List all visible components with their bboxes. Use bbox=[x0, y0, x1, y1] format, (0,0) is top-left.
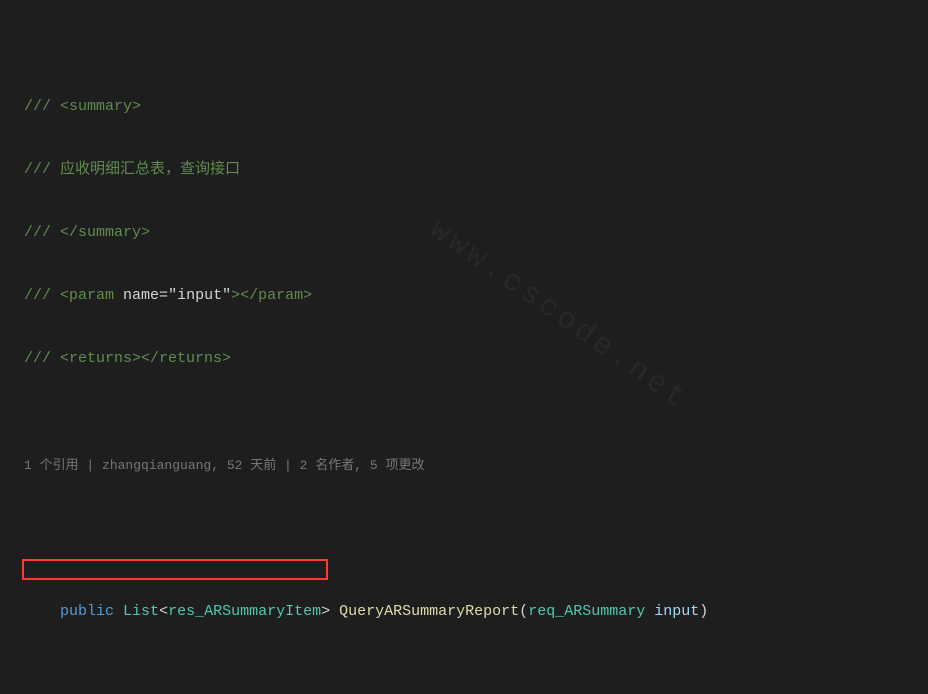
doc-summary-close: /// </summary> bbox=[0, 222, 928, 243]
doc-summary-open: /// <summary> bbox=[0, 96, 928, 117]
codelens-refs[interactable]: 1 个引用 bbox=[24, 458, 79, 473]
codelens-row[interactable]: 1 个引用 | zhangqianguang, 52 天前 | 2 名作者, 5… bbox=[0, 457, 928, 475]
code-editor[interactable]: /// <summary> /// 应收明细汇总表，查询接口 /// </sum… bbox=[0, 0, 928, 694]
doc-summary-text: /// 应收明细汇总表，查询接口 bbox=[0, 159, 928, 180]
codelens-changes[interactable]: 2 名作者, 5 项更改 bbox=[300, 458, 425, 473]
method-signature: public List<res_ARSummaryItem> QueryARSu… bbox=[0, 559, 928, 643]
codelens-author[interactable]: zhangqianguang, 52 天前 bbox=[102, 458, 276, 473]
doc-param: /// <param name="input"></param> bbox=[0, 285, 928, 306]
highlight-box bbox=[22, 559, 328, 580]
doc-returns: /// <returns></returns> bbox=[0, 348, 928, 369]
